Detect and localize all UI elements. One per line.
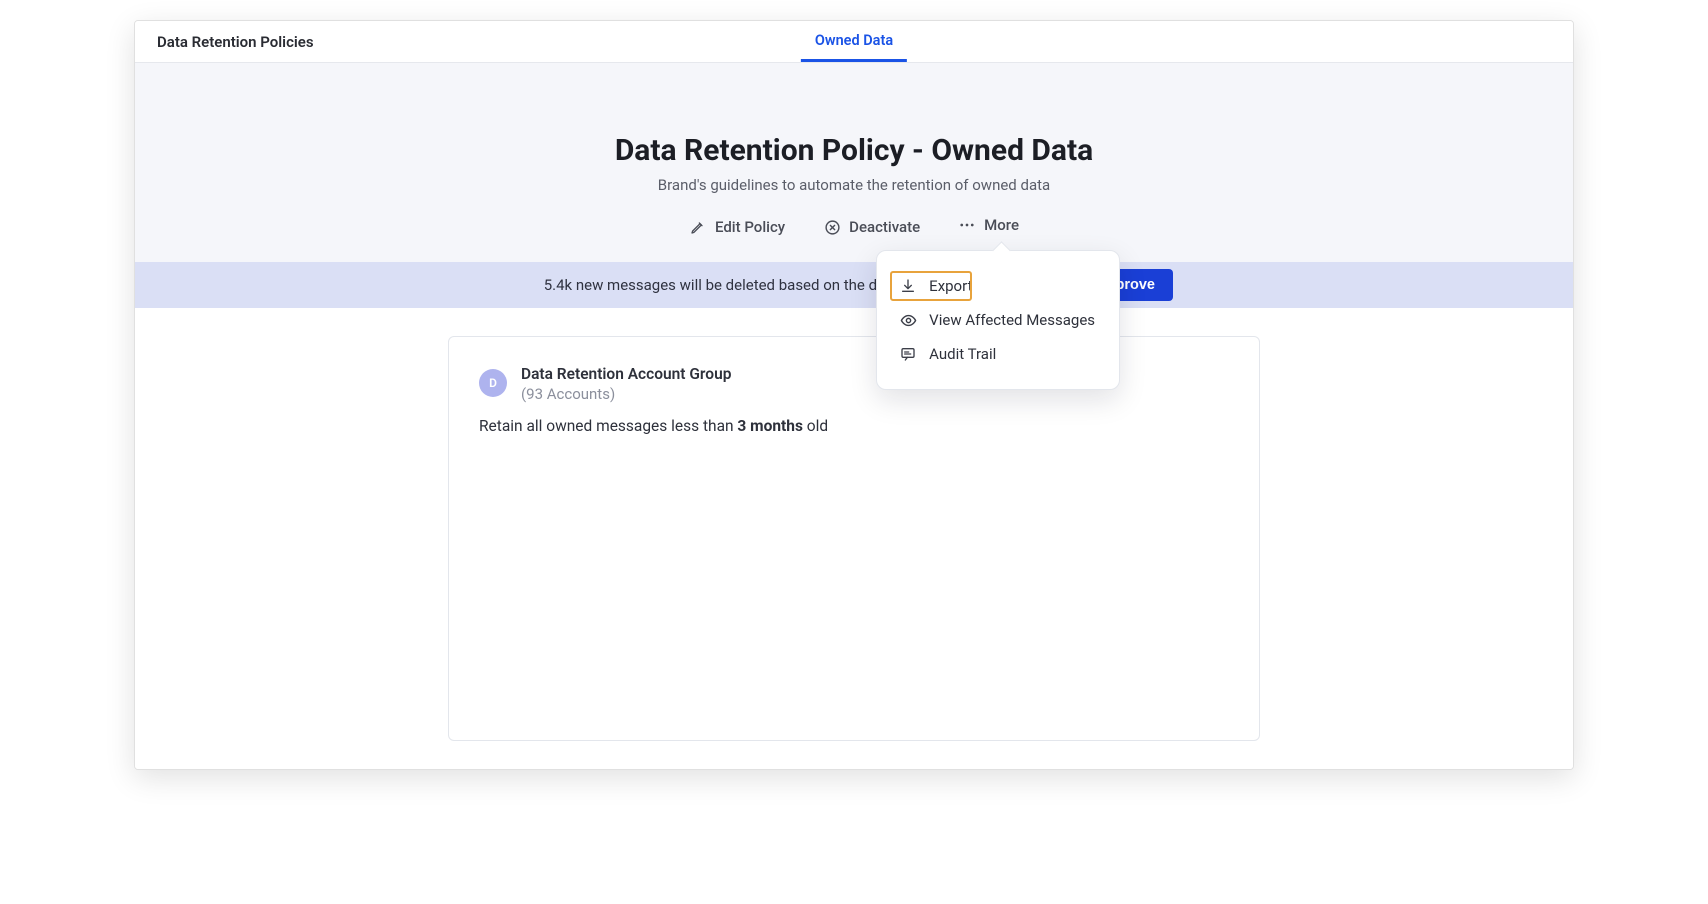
eye-icon [899,311,917,329]
edit-policy-button[interactable]: Edit Policy [689,216,785,238]
hero-section: Data Retention Policy - Owned Data Brand… [135,63,1573,262]
more-dropdown: Export View Affected Messages Audit Trai… [876,250,1120,390]
retention-rule-bold: 3 months [737,417,803,435]
menu-item-export-label: Export [929,277,972,295]
deactivate-button[interactable]: Deactivate [823,216,920,238]
notification-banner: 5.4k new messages will be deleted based … [135,262,1573,308]
menu-item-export[interactable]: Export [877,269,1119,303]
app-window: Data Retention Policies Owned Data Data … [134,20,1574,770]
more-label: More [984,216,1019,234]
menu-item-view-affected[interactable]: View Affected Messages [877,303,1119,337]
more-button[interactable]: More [958,216,1019,234]
menu-item-audit-trail-label: Audit Trail [929,345,996,363]
avatar: D [479,369,507,397]
top-bar: Data Retention Policies Owned Data [135,21,1573,63]
hero-actions: Edit Policy Deactivate More [155,216,1553,238]
pencil-icon [689,218,707,236]
policy-title: Data Retention Policy - Owned Data [155,133,1553,168]
retention-rule: Retain all owned messages less than 3 mo… [479,417,1229,435]
account-group-count: (93 Accounts) [521,385,731,403]
download-icon [899,277,917,295]
ellipsis-icon [958,216,976,234]
tab-owned-data[interactable]: Owned Data [801,21,907,62]
retention-rule-prefix: Retain all owned messages less than [479,417,737,435]
edit-policy-label: Edit Policy [715,218,785,236]
deactivate-label: Deactivate [849,218,920,236]
content-area: D Data Retention Account Group (93 Accou… [135,308,1573,769]
account-group-title: Data Retention Account Group [521,365,731,383]
policy-subtitle: Brand's guidelines to automate the reten… [155,176,1553,194]
chat-icon [899,345,917,363]
menu-item-view-affected-label: View Affected Messages [929,311,1095,329]
banner-text: 5.4k new messages will be deleted based … [544,276,899,294]
account-group-card: D Data Retention Account Group (93 Accou… [448,336,1260,741]
menu-item-audit-trail[interactable]: Audit Trail [877,337,1119,371]
page-title: Data Retention Policies [135,33,314,51]
close-circle-icon [823,218,841,236]
retention-rule-suffix: old [803,417,828,435]
